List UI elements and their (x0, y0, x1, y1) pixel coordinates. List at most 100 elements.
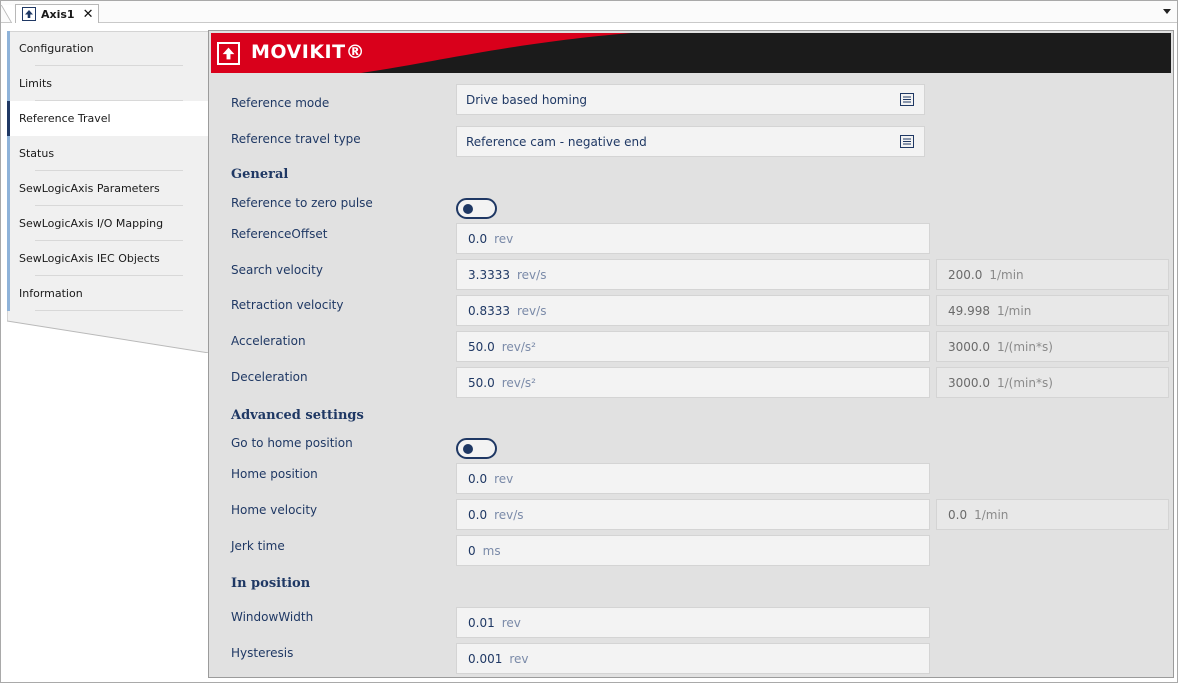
hysteresis-unit: rev (509, 651, 529, 666)
home-position-field[interactable]: 0.0 rev (456, 463, 930, 494)
sidebar-item-sewlogicaxis-io-mapping[interactable]: SewLogicAxis I/O Mapping (7, 206, 209, 241)
acceleration-converted-unit: 1/(min*s) (997, 339, 1053, 354)
sidebar-item-label: Limits (19, 77, 52, 90)
sidebar-item-reference-travel[interactable]: Reference Travel (7, 101, 209, 136)
banner-title: MOVIKIT® (251, 41, 366, 63)
sidebar-item-configuration[interactable]: Configuration (7, 31, 209, 66)
hysteresis-label: Hysteresis (231, 646, 294, 660)
window-width-field[interactable]: 0.01 rev (456, 607, 930, 638)
sidebar-item-sewlogicaxis-parameters[interactable]: SewLogicAxis Parameters (7, 171, 209, 206)
acceleration-value: 50.0 (468, 339, 495, 354)
sidebar-item-label: SewLogicAxis I/O Mapping (19, 217, 164, 230)
toggle-knob (463, 204, 473, 214)
acceleration-field[interactable]: 50.0 rev/s² (456, 331, 930, 362)
tab-strip: Axis1 ✕ (0, 1, 1177, 23)
sidebar-item-label: Configuration (19, 42, 94, 55)
chevron-down-icon[interactable] (1163, 9, 1171, 14)
deceleration-converted-value: 3000.0 (948, 375, 990, 390)
sidebar-item-label: Information (19, 287, 83, 300)
deceleration-value: 50.0 (468, 375, 495, 390)
tab-axis1[interactable]: Axis1 ✕ (15, 4, 99, 23)
sidebar-item-information[interactable]: Information (7, 276, 209, 311)
reference-mode-select[interactable]: Drive based homing (456, 84, 925, 115)
jerk-time-value: 0 (468, 543, 476, 558)
close-icon[interactable]: ✕ (83, 8, 94, 21)
reference-mode-label: Reference mode (231, 96, 330, 110)
home-velocity-value: 0.0 (468, 507, 488, 522)
deceleration-field[interactable]: 50.0 rev/s² (456, 367, 930, 398)
sidebar-item-label: SewLogicAxis IEC Objects (19, 252, 160, 265)
list-icon (900, 135, 914, 148)
retraction-velocity-unit: rev/s (517, 303, 547, 318)
sidebar-item-label: Reference Travel (19, 112, 111, 125)
search-velocity-unit: rev/s (517, 267, 547, 282)
tab-label: Axis1 (41, 7, 75, 21)
arrow-up-box-icon (22, 7, 36, 21)
retraction-velocity-converted-unit: 1/min (997, 303, 1032, 318)
reference-offset-label: ReferenceOffset (231, 227, 328, 241)
home-position-value: 0.0 (468, 471, 488, 486)
toggle-knob (463, 444, 473, 454)
jerk-time-field[interactable]: 0 ms (456, 535, 930, 566)
sidebar-item-status[interactable]: Status (7, 136, 209, 171)
home-position-unit: rev (494, 471, 514, 486)
search-velocity-value: 3.3333 (468, 267, 510, 282)
editor-window: Axis1 ✕ Configuration Limits Reference T… (0, 0, 1178, 683)
sidebar-item-label: SewLogicAxis Parameters (19, 182, 160, 195)
reference-to-zero-pulse-toggle[interactable] (456, 198, 497, 219)
acceleration-label: Acceleration (231, 334, 306, 348)
retraction-velocity-converted: 49.998 1/min (936, 295, 1169, 326)
search-velocity-converted-unit: 1/min (989, 267, 1024, 282)
reference-offset-unit: rev (494, 231, 514, 246)
jerk-time-label: Jerk time (231, 539, 285, 553)
home-velocity-converted: 0.0 1/min (936, 499, 1169, 530)
retraction-velocity-converted-value: 49.998 (948, 303, 990, 318)
home-velocity-converted-value: 0.0 (948, 507, 968, 522)
reference-travel-type-select[interactable]: Reference cam - negative end (456, 126, 925, 157)
deceleration-unit: rev/s² (501, 375, 536, 390)
section-title-in-position: In position (231, 576, 311, 591)
deceleration-converted: 3000.0 1/(min*s) (936, 367, 1169, 398)
home-position-label: Home position (231, 467, 318, 481)
acceleration-converted: 3000.0 1/(min*s) (936, 331, 1169, 362)
go-to-home-position-toggle[interactable] (456, 438, 497, 459)
movikit-banner: MOVIKIT® (211, 33, 1171, 73)
reference-to-zero-pulse-label: Reference to zero pulse (231, 196, 373, 210)
side-nav: Configuration Limits Reference Travel St… (7, 31, 209, 353)
search-velocity-converted: 200.0 1/min (936, 259, 1169, 290)
retraction-velocity-field[interactable]: 0.8333 rev/s (456, 295, 930, 326)
reference-travel-type-label: Reference travel type (231, 132, 361, 146)
acceleration-unit: rev/s² (501, 339, 536, 354)
deceleration-label: Deceleration (231, 370, 308, 384)
reference-travel-panel: MOVIKIT® Reference mode Drive based homi… (208, 30, 1174, 678)
retraction-velocity-value: 0.8333 (468, 303, 510, 318)
window-width-value: 0.01 (468, 615, 495, 630)
acceleration-converted-value: 3000.0 (948, 339, 990, 354)
home-velocity-unit: rev/s (494, 507, 524, 522)
retraction-velocity-label: Retraction velocity (231, 298, 344, 312)
search-velocity-label: Search velocity (231, 263, 323, 277)
hysteresis-value: 0.001 (468, 651, 503, 666)
home-velocity-converted-unit: 1/min (974, 507, 1009, 522)
go-to-home-position-label: Go to home position (231, 436, 353, 450)
section-title-general: General (231, 167, 289, 182)
reference-mode-value: Drive based homing (466, 92, 588, 107)
window-width-label: WindowWidth (231, 610, 314, 624)
sidebar-item-label: Status (19, 147, 55, 160)
deceleration-converted-unit: 1/(min*s) (997, 375, 1053, 390)
home-velocity-field[interactable]: 0.0 rev/s (456, 499, 930, 530)
sidebar-item-limits[interactable]: Limits (7, 66, 209, 101)
search-velocity-field[interactable]: 3.3333 rev/s (456, 259, 930, 290)
section-title-advanced-settings: Advanced settings (231, 408, 364, 423)
jerk-time-unit: ms (482, 543, 501, 558)
reference-offset-value: 0.0 (468, 231, 488, 246)
reference-travel-type-value: Reference cam - negative end (466, 134, 647, 149)
reference-offset-field[interactable]: 0.0 rev (456, 223, 930, 254)
arrow-up-box-icon (217, 42, 240, 65)
search-velocity-converted-value: 200.0 (948, 267, 983, 282)
list-icon (900, 93, 914, 106)
hysteresis-field[interactable]: 0.001 rev (456, 643, 930, 674)
sidebar-item-sewlogicaxis-iec-objects[interactable]: SewLogicAxis IEC Objects (7, 241, 209, 276)
home-velocity-label: Home velocity (231, 503, 318, 517)
window-width-unit: rev (501, 615, 521, 630)
